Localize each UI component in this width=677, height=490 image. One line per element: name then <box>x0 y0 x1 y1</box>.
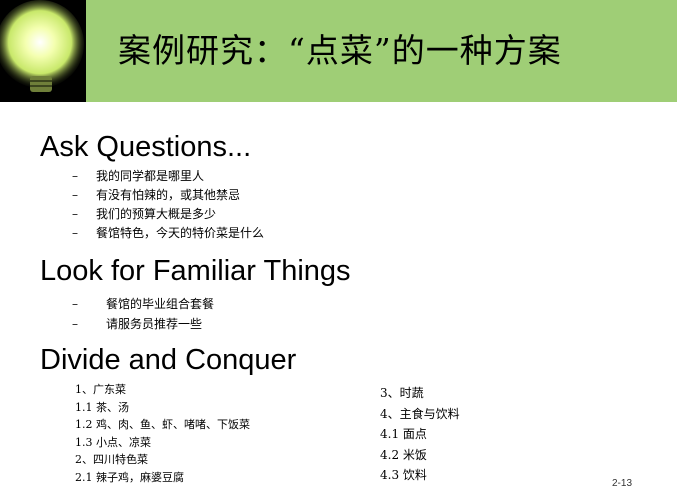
list-item: 2.1 辣子鸡，麻婆豆腐 <box>75 470 184 484</box>
light-bulb-icon <box>0 0 86 102</box>
section-heading-look-for-familiar-things: Look for Familiar Things <box>40 255 351 287</box>
dash-bullet: – <box>72 169 78 183</box>
page-number: 2-13 <box>612 478 633 489</box>
section-heading-ask-questions: Ask Questions... <box>40 131 252 163</box>
list-item: 1、广东菜 <box>75 383 126 396</box>
list-item: – 我的同学都是哪里人 <box>72 167 264 186</box>
list-item: 1.1 茶、汤 <box>75 400 129 414</box>
list-item: 1.2 鸡、肉、鱼、虾、啫啫、下饭菜 <box>75 418 250 431</box>
list-item: 4.1 面点 <box>380 427 427 441</box>
list-item: 4.2 米饭 <box>380 447 427 462</box>
list-item: 4、主食与饮料 <box>380 406 460 421</box>
list-item: – 餐馆的毕业组合套餐 <box>72 294 214 314</box>
section-heading-divide-and-conquer: Divide and Conquer <box>40 344 297 376</box>
list-item: 3、时蔬 <box>380 386 424 400</box>
dash-bullet: – <box>72 207 78 221</box>
dash-bullet: – <box>72 297 78 311</box>
list-item: 1.3 小点、凉菜 <box>75 435 151 449</box>
bullet-list-ask-questions: – 我的同学都是哪里人 – 有没有怕辣的，或其他禁忌 – 我们的预算大概是多少 – 餐馆… <box>72 167 264 243</box>
list-item: – 餐馆特色，今天的特价菜是什么 <box>72 224 264 243</box>
list-item: 4.3 饮料 <box>380 468 427 482</box>
slide-title: 案例研究：“点菜”的一种方案 <box>118 31 562 70</box>
dash-bullet: – <box>72 226 78 240</box>
list-item: – 我们的预算大概是多少 <box>72 205 264 224</box>
bullet-list-familiar-things: – 餐馆的毕业组合套餐 – 请服务员推荐一些 <box>72 294 214 334</box>
list-item: 2、四川特色菜 <box>75 453 148 466</box>
list-item: – 有没有怕辣的，或其他禁忌 <box>72 186 264 205</box>
menu-list-right: 3、时蔬 4、主食与饮料 4.1 面点 4.2 米饭 4.3 饮料 <box>380 383 460 486</box>
list-item: – 请服务员推荐一些 <box>72 314 214 334</box>
dash-bullet: – <box>72 188 78 202</box>
menu-list-left: 1、广东菜 1.1 茶、汤 1.2 鸡、肉、鱼、虾、啫啫、下饭菜 1.3 小点、… <box>75 381 250 486</box>
dash-bullet: – <box>72 317 78 331</box>
